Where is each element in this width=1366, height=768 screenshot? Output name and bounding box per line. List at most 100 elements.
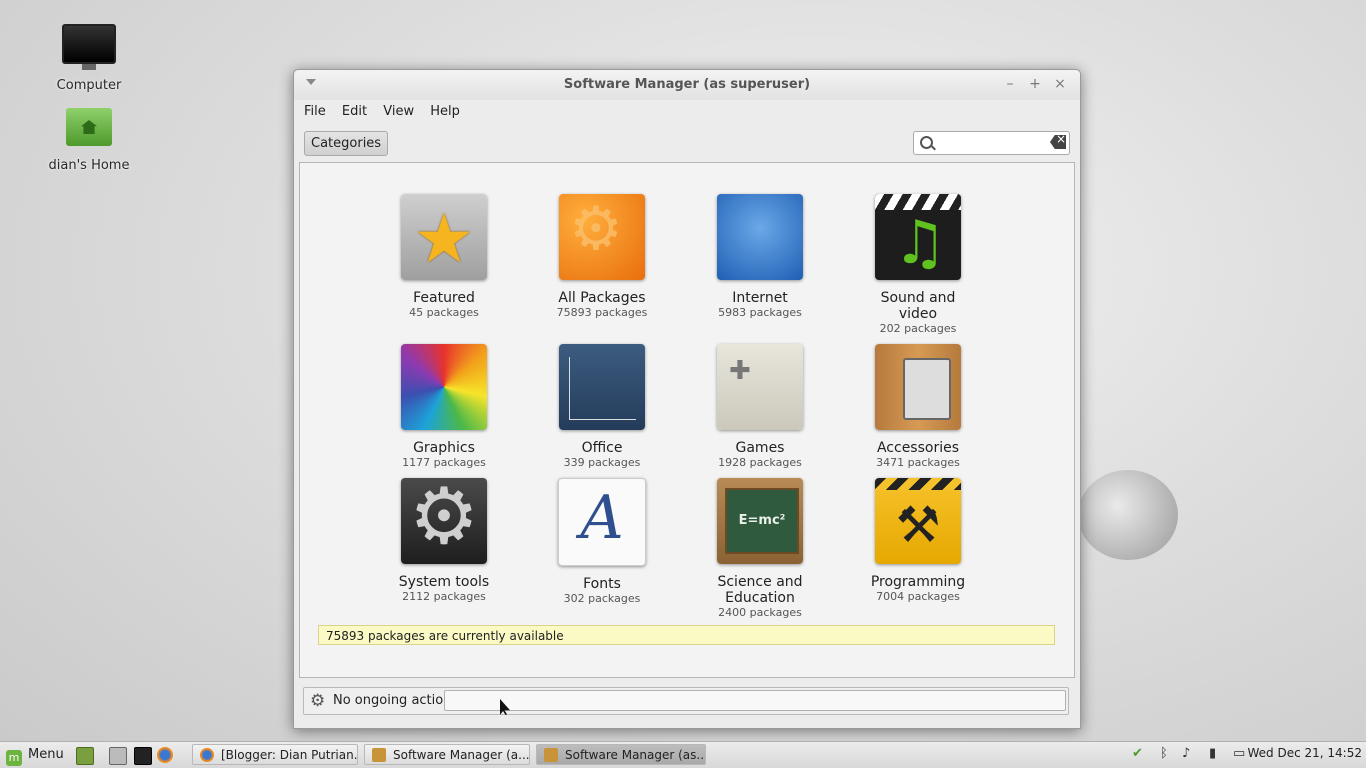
category-name: Programming: [870, 574, 966, 590]
category-count: 7004 packages: [876, 590, 960, 603]
category-count: 2400 packages: [718, 606, 802, 619]
taskbar-task-software-manager-1[interactable]: Software Manager (a...: [364, 744, 530, 765]
taskbar: m Menu [Blogger: Dian Putrian... Software…: [0, 741, 1366, 768]
accessories-icon: [875, 344, 961, 430]
menu-edit[interactable]: Edit: [336, 100, 373, 123]
menubar: File Edit View Help: [294, 100, 1080, 124]
packages-available-banner: 75893 packages are currently available: [318, 625, 1055, 645]
category-accessories[interactable]: Accessories 3471 packages: [858, 344, 978, 469]
minimize-button[interactable]: –: [1001, 75, 1019, 93]
categories-panel: Featured 45 packages All Packages 75893 …: [299, 162, 1075, 678]
bluetooth-icon[interactable]: ᛒ: [1160, 746, 1168, 761]
close-button[interactable]: ×: [1051, 75, 1069, 93]
category-name: All Packages: [558, 290, 646, 306]
gear-icon: ⚙: [310, 691, 326, 711]
category-name: Fonts: [583, 576, 621, 592]
home-folder-icon: [66, 108, 112, 146]
all-packages-icon: [559, 194, 645, 280]
category-name: Internet: [732, 290, 788, 306]
system-tools-icon: [401, 478, 487, 564]
category-all-packages[interactable]: All Packages 75893 packages: [542, 194, 662, 319]
firefox-icon: [200, 748, 214, 762]
network-signal-icon[interactable]: ▮: [1209, 746, 1216, 761]
taskbar-task-software-manager-2[interactable]: Software Manager (as...: [536, 744, 706, 765]
maximize-button[interactable]: +: [1026, 75, 1044, 93]
desktop-icon-computer[interactable]: Computer: [34, 24, 144, 93]
volume-icon[interactable]: ♪: [1182, 746, 1190, 761]
mint-logo-icon: m: [6, 750, 22, 766]
titlebar[interactable]: Software Manager (as superuser) – + ×: [294, 70, 1080, 100]
window-title: Software Manager (as superuser): [563, 77, 811, 92]
fonts-icon: [558, 478, 646, 566]
software-manager-window: Software Manager (as superuser) – + × Fi…: [293, 69, 1081, 729]
menu-help[interactable]: Help: [424, 100, 466, 123]
software-manager-icon: [544, 748, 558, 762]
category-count: 75893 packages: [556, 306, 648, 319]
category-system-tools[interactable]: System tools 2112 packages: [384, 478, 504, 603]
category-featured[interactable]: Featured 45 packages: [384, 194, 504, 319]
category-count: 302 packages: [563, 592, 641, 605]
category-sound-and-video[interactable]: Sound and video 202 packages: [858, 194, 978, 335]
category-graphics[interactable]: Graphics 1177 packages: [384, 344, 504, 469]
firefox-icon[interactable]: [157, 747, 173, 763]
category-count: 202 packages: [879, 322, 957, 335]
category-name: Office: [581, 440, 623, 456]
task-label: Software Manager (as...: [565, 748, 706, 762]
category-name: Science and Education: [717, 574, 803, 606]
mint-wallpaper-logo: [1078, 470, 1178, 560]
desktop-icon-home[interactable]: dian's Home: [34, 108, 144, 173]
start-menu-button[interactable]: m Menu: [6, 745, 64, 766]
computer-icon: [62, 24, 116, 70]
category-science-and-education[interactable]: Science and Education 2400 packages: [700, 478, 820, 619]
category-office[interactable]: Office 339 packages: [542, 344, 662, 469]
menu-file[interactable]: File: [298, 100, 332, 123]
desktop-icon-label: Computer: [56, 78, 122, 93]
category-internet[interactable]: Internet 5983 packages: [700, 194, 820, 319]
search-input[interactable]: [913, 131, 1070, 155]
category-count: 5983 packages: [718, 306, 802, 319]
category-name: Graphics: [413, 440, 475, 456]
toolbar: Categories: [294, 124, 1080, 164]
desktop-icon-label: dian's Home: [48, 158, 130, 173]
category-programming[interactable]: Programming 7004 packages: [858, 478, 978, 603]
category-name: Featured: [413, 290, 475, 306]
category-count: 2112 packages: [402, 590, 486, 603]
statusbar: ⚙ No ongoing actions: [303, 687, 1069, 715]
graphics-icon: [401, 344, 487, 430]
category-count: 1928 packages: [718, 456, 802, 469]
task-label: Software Manager (a...: [393, 748, 530, 762]
science-icon: [717, 478, 803, 564]
category-name: Sound and video: [880, 290, 956, 322]
featured-icon: [401, 194, 487, 280]
battery-icon[interactable]: ▭: [1233, 746, 1245, 761]
games-icon: [717, 344, 803, 430]
menu-view[interactable]: View: [377, 100, 420, 123]
category-games[interactable]: Games 1928 packages: [700, 344, 820, 469]
internet-icon: [717, 194, 803, 280]
category-name: Accessories: [876, 440, 960, 456]
category-count: 339 packages: [563, 456, 641, 469]
task-label: [Blogger: Dian Putrian...: [221, 748, 358, 762]
category-fonts[interactable]: Fonts 302 packages: [542, 478, 662, 605]
clear-search-icon[interactable]: [1050, 135, 1066, 149]
programming-icon: [875, 478, 961, 564]
sound-video-icon: [875, 194, 961, 280]
status-text: No ongoing actions: [333, 693, 459, 708]
categories-button[interactable]: Categories: [304, 131, 389, 156]
menu-label: Menu: [28, 747, 64, 762]
update-shield-icon[interactable]: ✔: [1132, 746, 1143, 761]
search-icon: [920, 136, 933, 149]
category-name: Games: [735, 440, 785, 456]
terminal-icon[interactable]: [134, 747, 152, 765]
category-count: 1177 packages: [402, 456, 486, 469]
software-manager-icon: [372, 748, 386, 762]
progress-bar: [444, 690, 1066, 711]
clock[interactable]: Wed Dec 21, 14:52: [1248, 746, 1363, 760]
category-name: System tools: [398, 574, 490, 590]
office-icon: [559, 344, 645, 430]
taskbar-task-blogger[interactable]: [Blogger: Dian Putrian...: [192, 744, 358, 765]
category-count: 45 packages: [409, 306, 479, 319]
file-manager-icon[interactable]: [109, 747, 127, 765]
show-desktop-icon[interactable]: [76, 747, 94, 765]
category-count: 3471 packages: [876, 456, 960, 469]
